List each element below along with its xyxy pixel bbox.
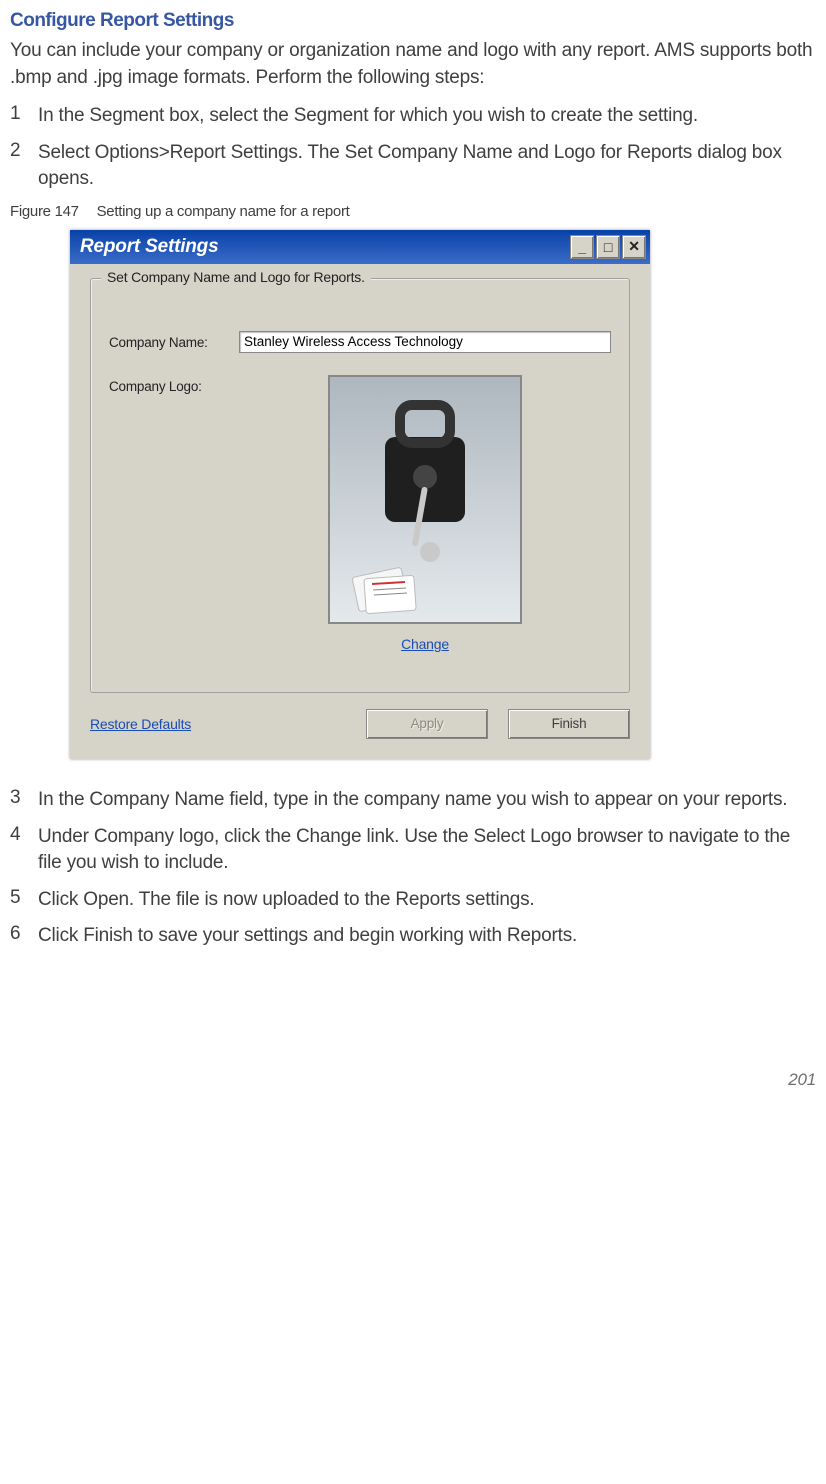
lock-image-icon bbox=[330, 377, 520, 622]
close-button[interactable]: ✕ bbox=[622, 235, 646, 259]
step-number: 4 bbox=[10, 824, 38, 877]
step-text: Under Company logo, click the Change lin… bbox=[38, 824, 816, 877]
step-text: Click Finish to save your settings and b… bbox=[38, 923, 577, 950]
section-heading: Configure Report Settings bbox=[10, 10, 816, 32]
restore-defaults-link[interactable]: Restore Defaults bbox=[90, 716, 346, 732]
company-name-input[interactable] bbox=[239, 331, 611, 353]
company-name-label: Company Name: bbox=[109, 331, 239, 350]
list-item: 6 Click Finish to save your settings and… bbox=[10, 923, 816, 950]
figure-title: Setting up a company name for a report bbox=[97, 203, 350, 220]
list-item: 4 Under Company logo, click the Change l… bbox=[10, 824, 816, 877]
list-item: 2 Select Options>Report Settings. The Se… bbox=[10, 140, 816, 193]
list-item: 5 Click Open. The file is now uploaded t… bbox=[10, 887, 816, 914]
company-name-row: Company Name: bbox=[109, 331, 611, 353]
dialog-footer: Restore Defaults Apply Finish bbox=[90, 709, 630, 739]
maximize-button[interactable]: □ bbox=[596, 235, 620, 259]
step-number: 1 bbox=[10, 103, 38, 130]
list-item: 1 In the Segment box, select the Segment… bbox=[10, 103, 816, 130]
dialog-title: Report Settings bbox=[74, 236, 568, 258]
figure-number: Figure 147 bbox=[10, 203, 79, 220]
list-item: 3 In the Company Name field, type in the… bbox=[10, 787, 816, 814]
dialog-body: Set Company Name and Logo for Reports. C… bbox=[70, 264, 650, 759]
intro-paragraph: You can include your company or organiza… bbox=[10, 38, 816, 91]
step-number: 5 bbox=[10, 887, 38, 914]
steps-list-bottom: 3 In the Company Name field, type in the… bbox=[10, 787, 816, 950]
step-text: In the Segment box, select the Segment f… bbox=[38, 103, 698, 130]
change-link[interactable]: Change bbox=[401, 636, 449, 652]
step-number: 2 bbox=[10, 140, 38, 193]
apply-button[interactable]: Apply bbox=[366, 709, 488, 739]
company-logo-preview bbox=[328, 375, 522, 624]
step-number: 6 bbox=[10, 923, 38, 950]
step-text: In the Company Name field, type in the c… bbox=[38, 787, 787, 814]
page-number: 201 bbox=[10, 1070, 816, 1090]
finish-button[interactable]: Finish bbox=[508, 709, 630, 739]
group-title: Set Company Name and Logo for Reports. bbox=[101, 269, 371, 285]
step-text: Click Open. The file is now uploaded to … bbox=[38, 887, 535, 914]
minimize-button[interactable]: _ bbox=[570, 235, 594, 259]
company-logo-row: Company Logo: bbox=[109, 375, 611, 652]
step-text: Select Options>Report Settings. The Set … bbox=[38, 140, 816, 193]
step-number: 3 bbox=[10, 787, 38, 814]
dialog-titlebar[interactable]: Report Settings _ □ ✕ bbox=[70, 230, 650, 264]
company-logo-label: Company Logo: bbox=[109, 375, 239, 394]
report-settings-dialog: Report Settings _ □ ✕ Set Company Name a… bbox=[70, 230, 650, 759]
figure-caption: Figure 147 Setting up a company name for… bbox=[10, 203, 816, 220]
steps-list-top: 1 In the Segment box, select the Segment… bbox=[10, 103, 816, 193]
group-box: Set Company Name and Logo for Reports. C… bbox=[90, 278, 630, 693]
